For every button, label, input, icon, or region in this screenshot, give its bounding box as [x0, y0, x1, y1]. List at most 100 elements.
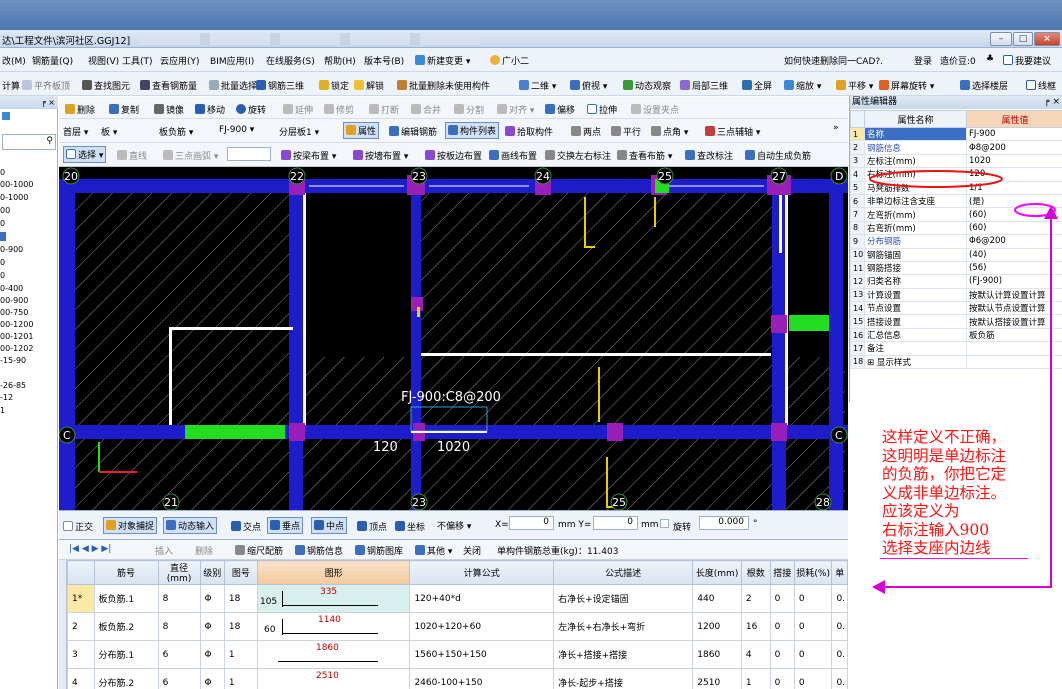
break-button[interactable]: 打断: [369, 103, 399, 116]
property-value[interactable]: (40): [966, 247, 1062, 262]
bell-icon[interactable]: ♣: [986, 54, 994, 64]
col-header-count[interactable]: 根数: [740, 560, 771, 585]
tree-item[interactable]: 1: [0, 406, 5, 415]
formula-desc-cell[interactable]: 右净长+设定锚固: [553, 584, 694, 613]
record-navigation[interactable]: |◀ ◀ ▶ ▶|: [69, 544, 111, 554]
bar-no-cell[interactable]: 分布筋.2: [93, 668, 159, 689]
menu-cloud[interactable]: 云应用(Y): [160, 54, 200, 67]
menu-online[interactable]: 在线服务(S): [266, 54, 315, 67]
element-type-dropdown[interactable]: 板 ▾: [101, 125, 117, 138]
extend-button[interactable]: 延伸: [283, 103, 313, 116]
lap-cell[interactable]: 0: [769, 668, 795, 689]
diameter-cell[interactable]: 8: [157, 612, 201, 641]
delete-button[interactable]: 删除: [65, 103, 95, 116]
menu-new-change[interactable]: 新建变更 ▾: [415, 54, 470, 67]
stretch-button[interactable]: 拉伸: [587, 103, 617, 116]
property-row[interactable]: 11 钢筋搭接 (56): [850, 260, 1062, 276]
shape-cell[interactable]: 2510: [256, 668, 411, 689]
count-cell[interactable]: 4: [740, 640, 771, 669]
component-search-input[interactable]: ⚲: [2, 134, 56, 150]
auto-generate-negative-rebar-button[interactable]: 自动生成负筋: [745, 149, 811, 162]
lock-button[interactable]: 锁定: [319, 79, 349, 92]
plan-drawing[interactable]: 20 22 23 24 25 27 D 21 23 25 28 C C FJ-9…: [59, 167, 848, 510]
col-header-formula[interactable]: 计算公式: [409, 560, 555, 585]
draw-mode-dropdown[interactable]: [227, 147, 271, 161]
batch-select-button[interactable]: 批量选择: [209, 79, 257, 92]
maximize-button[interactable]: □: [1013, 32, 1033, 46]
dynamic-input-toggle[interactable]: 动态输入: [163, 517, 218, 534]
property-value[interactable]: 按默认节点设置计算: [966, 301, 1062, 316]
property-value[interactable]: Φ8@200: [966, 140, 1062, 155]
property-panel-pin[interactable]: ╒ ×: [1044, 96, 1060, 109]
tree-item[interactable]: 00-900: [0, 296, 28, 305]
align-dropdown[interactable]: 对齐 ▾: [497, 103, 534, 116]
menu-tools[interactable]: 工具(T): [122, 54, 153, 67]
grade-cell[interactable]: Φ: [199, 640, 225, 669]
select-button[interactable]: 选择 ▾: [63, 146, 107, 163]
table-row[interactable]: 2 板负筋.2 8 Φ 18 60 1140 1020+120+60 左净长+右…: [67, 612, 848, 641]
two-points-button[interactable]: 两点: [571, 125, 601, 138]
view-rebar-qty-button[interactable]: 查看钢筋量: [140, 79, 197, 92]
property-row[interactable]: 10 钢筋锚固 (40): [850, 247, 1062, 262]
zoom-dropdown[interactable]: 缩放 ▾: [784, 79, 821, 92]
table-row[interactable]: 3 分布筋.1 6 Φ 1 1860 1560+150+150 净长+搭接+搭接…: [67, 640, 848, 669]
loss-cell[interactable]: 0: [793, 584, 833, 613]
tree-item[interactable]: 0-400: [0, 284, 23, 293]
formula-desc-cell[interactable]: 净长-起步+搭接: [553, 668, 694, 689]
line-button[interactable]: 直线: [117, 149, 147, 162]
tree-item[interactable]: 0: [0, 258, 5, 267]
perpendicular-snap[interactable]: 垂点: [267, 517, 304, 534]
screen-rotate-dropdown[interactable]: 屏幕旋转 ▾: [879, 79, 934, 92]
three-point-axis-dropdown[interactable]: 三点辅轴 ▾: [705, 125, 760, 138]
toolbar-overflow-button[interactable]: »: [833, 123, 839, 133]
menu-version[interactable]: 版本号(B): [364, 54, 404, 67]
length-cell[interactable]: 2510: [692, 668, 742, 689]
tree-item[interactable]: 0: [0, 219, 5, 228]
property-row[interactable]: 14 节点设置 按默认节点设置计算: [850, 301, 1062, 316]
tree-item[interactable]: 00: [0, 206, 10, 215]
align-slab-top-button[interactable]: 平齐板顶: [22, 79, 70, 92]
col-header-formula-desc[interactable]: 公式描述: [553, 560, 694, 585]
rotate-checkbox[interactable]: [660, 519, 669, 528]
shape-cell[interactable]: 1860: [256, 640, 411, 669]
y-coordinate-input[interactable]: 0: [593, 516, 638, 530]
col-header-fig-no[interactable]: 图号: [223, 560, 258, 585]
menu-rebar-qty[interactable]: 钢筋量(Q): [32, 54, 73, 67]
property-value[interactable]: 1020: [966, 153, 1062, 169]
property-value[interactable]: [966, 354, 1062, 370]
fig-no-cell[interactable]: 18: [223, 584, 258, 613]
pan-dropdown[interactable]: 平移 ▾: [836, 79, 873, 92]
rebar-3d-button[interactable]: 钢筋三维: [256, 79, 304, 92]
edit-rebar-button[interactable]: 编辑钢筋: [389, 125, 437, 138]
bar-no-cell[interactable]: 分布筋.1: [93, 640, 159, 669]
vertex-snap[interactable]: 顶点: [357, 520, 387, 533]
place-by-beam-dropdown[interactable]: 按梁布置 ▾: [281, 149, 336, 162]
property-value[interactable]: Φ6@200: [966, 234, 1062, 249]
rebar-library-button[interactable]: 钢筋图库: [355, 544, 403, 557]
delete-row-button[interactable]: 删除: [195, 544, 213, 557]
parallel-button[interactable]: 平行: [611, 125, 641, 138]
length-cell[interactable]: 1200: [692, 612, 742, 641]
table-row[interactable]: 4 分布筋.2 6 Φ 1 2510 2460-100+150 净长-起步+搭接…: [67, 668, 848, 689]
select-floor-button[interactable]: 选择楼层: [960, 79, 1008, 92]
tree-item[interactable]: -12: [0, 393, 13, 402]
edit-labels-button[interactable]: 查改标注: [685, 149, 733, 162]
pick-component-button[interactable]: 拾取构件: [505, 125, 553, 138]
property-row[interactable]: 2 钢筋信息 Φ8@200: [850, 140, 1062, 155]
offset-button[interactable]: 偏移: [545, 103, 575, 116]
formula-cell[interactable]: 1020+120+60: [409, 612, 555, 641]
mirror-button[interactable]: 镜像: [154, 103, 184, 116]
formula-desc-cell[interactable]: 左净长+右净长+弯折: [553, 612, 694, 641]
suggest-link[interactable]: 我要建议: [1003, 54, 1051, 67]
property-value[interactable]: (56): [966, 260, 1062, 276]
trim-button[interactable]: 修剪: [324, 103, 354, 116]
calc-button[interactable]: 计算: [2, 79, 20, 92]
property-row[interactable]: 18 ⊞ 显示样式: [850, 354, 1062, 370]
shape-cell[interactable]: 105 335: [256, 584, 411, 613]
loss-cell[interactable]: 0: [793, 612, 833, 641]
move-button[interactable]: 移动: [195, 103, 225, 116]
grade-cell[interactable]: Φ: [199, 584, 225, 613]
tree-item[interactable]: -15-90: [0, 356, 26, 365]
property-row[interactable]: 8 右弯折(mm) (60): [850, 220, 1062, 236]
view-rebar-layout-dropdown[interactable]: 查看布筋 ▾: [617, 149, 672, 162]
